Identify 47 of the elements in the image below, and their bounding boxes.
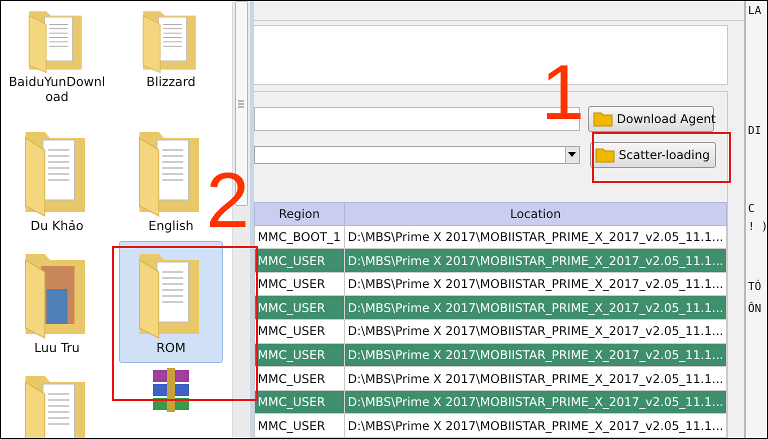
table-cell: MMC_USER — [254, 320, 344, 344]
dropdown-field[interactable] — [254, 146, 580, 164]
annotation-number: 1 — [541, 53, 584, 131]
table-cell: MMC_USER — [254, 366, 344, 390]
folder-label: Blizzard — [146, 74, 196, 89]
column-header[interactable]: Region — [254, 202, 344, 226]
table-cell: MMC_USER — [254, 390, 344, 414]
download-agent-button[interactable]: Download Agent — [588, 106, 714, 132]
table-cell: MMC_USER — [254, 272, 344, 296]
text-fragment: C — [748, 201, 755, 217]
table-cell: D:\MBS\Prime X 2017\MOBIISTAR_PRIME_X_2017_v2.05_11.1... — [344, 366, 727, 390]
folder-label: ROM — [156, 340, 186, 355]
table-cell: MMC_BOOT_1 — [254, 225, 344, 249]
table-cell: D:\MBS\Prime X 2017\MOBIISTAR_PRIME_X_2017_v2.05_11.1... — [344, 414, 727, 438]
scatter-loading-button[interactable]: Scatter-loading — [590, 142, 716, 168]
text-fragment: TÓ — [748, 279, 762, 295]
table-cell: MMC_USER — [254, 414, 344, 438]
explorer-item[interactable]: BaiduYunDownload — [4, 1, 110, 119]
explorer-item[interactable]: Luu Tru — [19, 241, 95, 363]
text-fragment: ! ) — [748, 219, 767, 235]
column-header[interactable]: Location — [344, 202, 727, 226]
folder-label: English — [148, 218, 194, 233]
table-cell: D:\MBS\Prime X 2017\MOBIISTAR_PRIME_X_2017_v2.05_11.1... — [344, 248, 727, 272]
explorer-item[interactable]: ROM — [119, 241, 223, 363]
explorer-item[interactable]: Du Khảo — [19, 119, 95, 241]
folder-label: Du Khảo — [30, 218, 84, 233]
table-cell: MMC_USER — [254, 248, 344, 272]
table-cell: D:\MBS\Prime X 2017\MOBIISTAR_PRIME_X_2017_v2.05_11.1... — [344, 390, 727, 414]
folder-label: BaiduYunDownload — [8, 74, 106, 104]
table-cell: MMC_USER — [254, 343, 344, 367]
folder-label: Luu Tru — [34, 340, 80, 355]
table-cell: D:\MBS\Prime X 2017\MOBIISTAR_PRIME_X_2017_v2.05_11.1... — [344, 225, 727, 249]
table-cell: MMC_USER — [254, 296, 344, 320]
explorer-item[interactable]: English — [133, 119, 209, 241]
text-fragment: LA — [748, 3, 762, 19]
dropdown-arrow-icon[interactable] — [568, 152, 576, 158]
text-fragment: DI — [748, 123, 762, 139]
table-cell: D:\MBS\Prime X 2017\MOBIISTAR_PRIME_X_2017_v2.05_11.1... — [344, 320, 727, 344]
table-cell: D:\MBS\Prime X 2017\MOBIISTAR_PRIME_X_2017_v2.05_11.1... — [344, 296, 727, 320]
folder-icon — [594, 146, 615, 163]
annotation-number: 2 — [206, 161, 250, 239]
grip-icon — [238, 100, 244, 108]
text-fragment: ÔN — [748, 301, 762, 317]
explorer-item[interactable]: Blizzard — [137, 1, 205, 119]
table-cell: D:\MBS\Prime X 2017\MOBIISTAR_PRIME_X_2017_v2.05_11.1... — [344, 343, 727, 367]
table-cell: D:\MBS\Prime X 2017\MOBIISTAR_PRIME_X_2017_v2.05_11.1... — [344, 272, 727, 296]
folder-icon — [592, 110, 613, 127]
